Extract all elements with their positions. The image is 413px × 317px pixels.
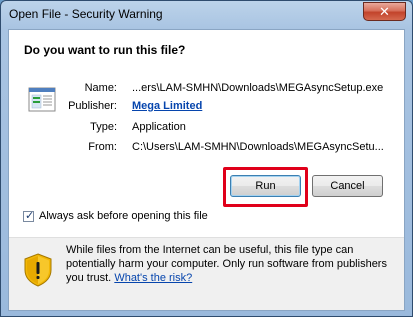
security-shield-icon [24, 253, 52, 287]
type-label: Type: [90, 121, 117, 133]
publisher-link[interactable]: Mega Limited [132, 100, 202, 112]
from-label: From: [88, 141, 117, 153]
window-title: Open File - Security Warning [9, 7, 163, 21]
type-value: Application [132, 121, 186, 133]
section-divider [9, 237, 404, 238]
dialog-body: Do you want to run this file? Name: ...e… [8, 29, 405, 311]
name-label: Name: [84, 82, 117, 94]
file-info-panel: Do you want to run this file? Name: ...e… [9, 30, 404, 237]
dialog-question: Do you want to run this file? [24, 43, 186, 57]
close-button[interactable]: ✕ [363, 2, 406, 21]
run-button[interactable]: Run [230, 175, 301, 197]
from-value: C:\Users\LAM-SMHN\Downloads\MEGAsyncSetu… [132, 141, 384, 153]
close-icon: ✕ [379, 4, 390, 19]
whats-the-risk-link[interactable]: What's the risk? [114, 272, 192, 284]
security-warning-window: Open File - Security Warning ✕ Do you wa… [0, 0, 413, 317]
checkmark-icon: ✓ [25, 210, 35, 222]
title-bar[interactable]: Open File - Security Warning ✕ [1, 1, 412, 29]
publisher-label: Publisher: [68, 100, 117, 112]
cancel-button[interactable]: Cancel [312, 175, 383, 197]
always-ask-label[interactable]: Always ask before opening this file [39, 210, 208, 222]
warning-message: While files from the Internet can be use… [66, 243, 396, 285]
name-value: ...ers\LAM-SMHN\Downloads\MEGAsyncSetup.… [132, 82, 384, 94]
always-ask-checkbox[interactable]: ✓ [23, 210, 35, 222]
